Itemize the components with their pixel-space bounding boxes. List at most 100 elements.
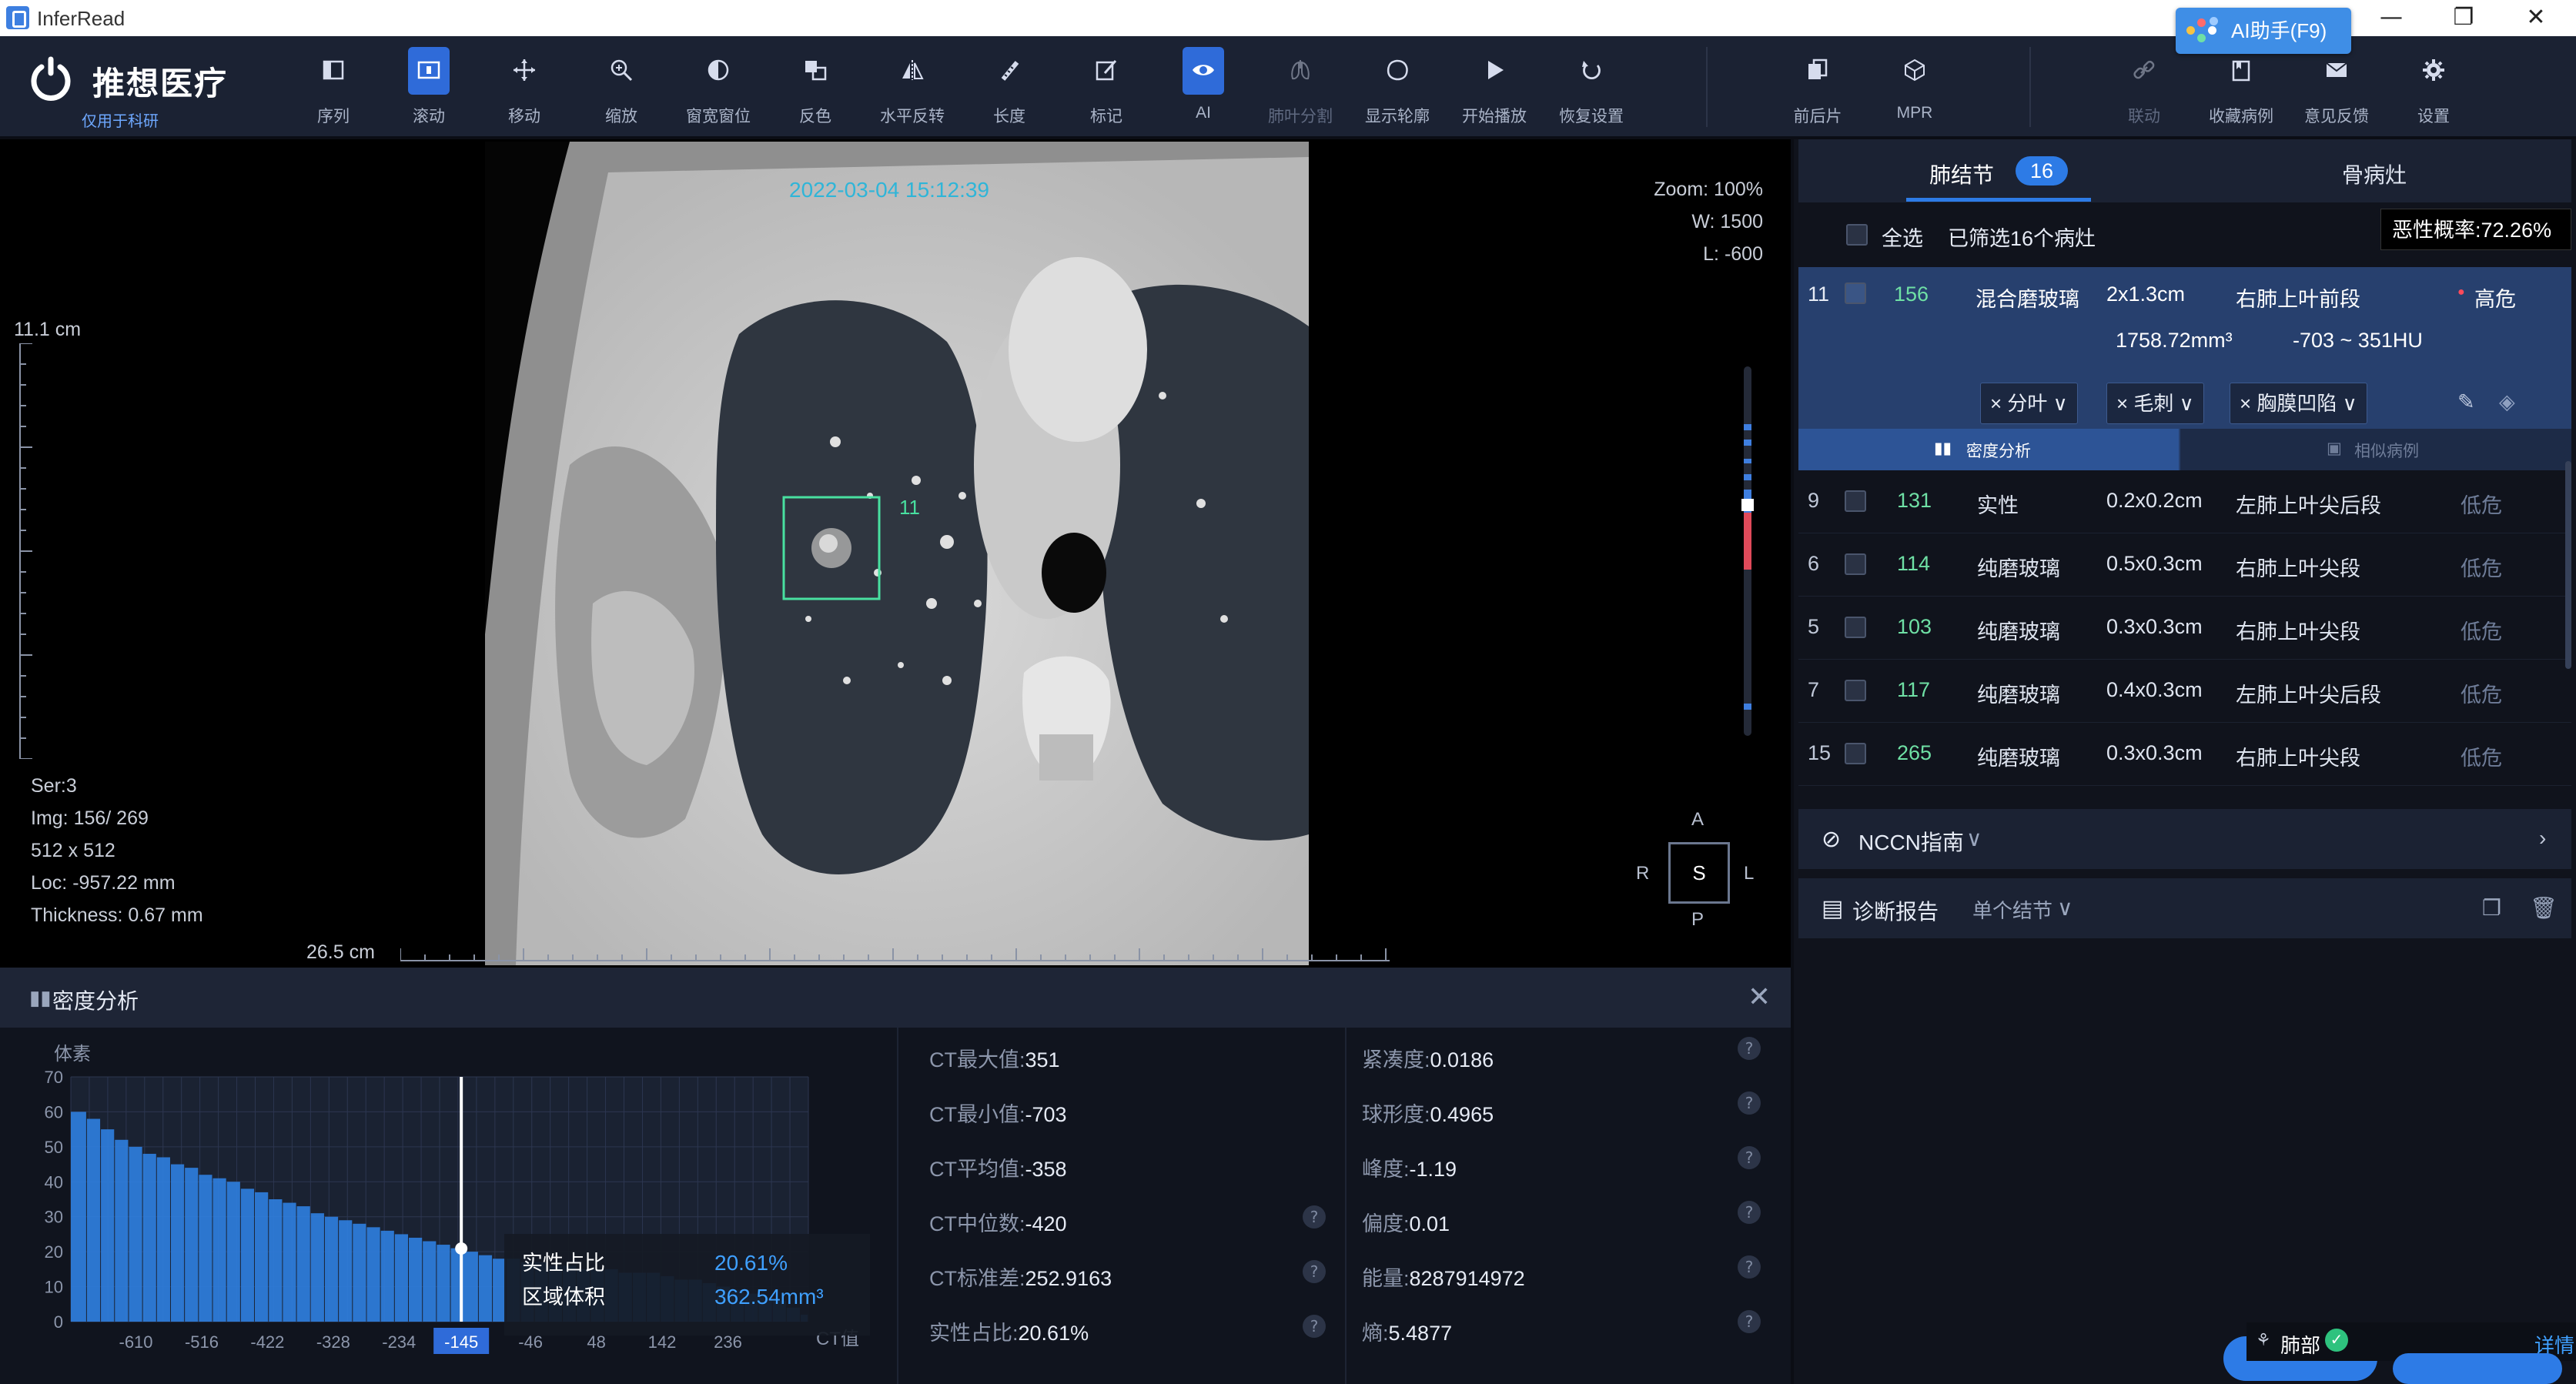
tool-move[interactable]: 移动 <box>482 42 567 133</box>
histogram-bar <box>142 1153 156 1322</box>
report-mode-dropdown-icon[interactable]: ∨ <box>2057 895 2073 921</box>
nodule-row-checkbox[interactable] <box>1845 680 1866 701</box>
tool-gear[interactable]: 设置 <box>2391 42 2476 133</box>
stat-label: 紧凑度: <box>1362 1048 1430 1071</box>
nodule-row-index: 6 <box>1808 552 1820 575</box>
nodule-row-image-number[interactable]: 131 <box>1897 489 1932 513</box>
help-icon[interactable]: ? <box>1738 1310 1761 1333</box>
nodule-row-image-number[interactable]: 265 <box>1897 741 1932 765</box>
tool-scroll[interactable]: 滚动 <box>386 42 471 133</box>
histogram-bar <box>283 1202 296 1322</box>
tool-series[interactable]: 序列 <box>291 42 376 133</box>
slice-navigator-handle[interactable] <box>1741 499 1754 511</box>
delete-icon[interactable]: 🗑 <box>2530 895 2558 921</box>
nodule-row[interactable]: 7 117 纯磨玻璃 0.4x0.3cm 左肺上叶尖后段 低危 <box>1798 660 2571 723</box>
help-icon[interactable]: ? <box>1303 1315 1326 1338</box>
image-timestamp: 2022-03-04 15:12:39 <box>789 178 989 202</box>
help-icon[interactable]: ? <box>1738 1091 1761 1115</box>
chevron-right-icon[interactable]: › <box>2539 826 2546 851</box>
tool-window-level[interactable]: 窗宽窗位 <box>676 42 761 133</box>
chip-spiculation-label: 毛刺 <box>2133 392 2174 415</box>
nccn-guideline-section[interactable]: ⊘ NCCN指南 ∨ › <box>1798 809 2571 869</box>
slice-navigator-bar[interactable] <box>1741 366 1754 736</box>
nodule-risk[interactable]: 高危 <box>2474 282 2516 313</box>
tool-ruler[interactable]: 长度 <box>967 42 1052 133</box>
tool-mpr[interactable]: MPR <box>1872 42 1957 133</box>
nodule-row[interactable]: 5 103 纯磨玻璃 0.3x0.3cm 右肺上叶尖段 低危 <box>1798 597 2571 660</box>
tool-lung-segment[interactable]: 肺叶分割 <box>1258 42 1343 133</box>
tool-annotate[interactable]: 标记 <box>1064 42 1149 133</box>
tooltip-volume-value: 362.54mm³ <box>714 1285 824 1309</box>
nodule-type[interactable]: 混合磨玻璃 <box>1975 282 2079 313</box>
nodule-row[interactable]: 6 114 纯磨玻璃 0.5x0.3cm 右肺上叶尖段 低危 <box>1798 533 2571 597</box>
tool-compare[interactable]: 前后片 <box>1775 42 1860 133</box>
chip-lobulation[interactable]: × 分叶 ∨ <box>1980 383 2078 424</box>
help-icon[interactable]: ? <box>1738 1201 1761 1224</box>
help-icon[interactable]: ? <box>1738 1255 1761 1279</box>
help-icon[interactable]: ? <box>1303 1260 1326 1283</box>
nodule-location[interactable]: 右肺上叶前段 <box>2236 282 2360 313</box>
copy-icon[interactable]: ❐ <box>2482 895 2501 921</box>
subtab-density-analysis[interactable]: ▮▮ 密度分析 <box>1798 429 2179 470</box>
report-mode-select[interactable]: 单个结节 <box>1972 895 2052 924</box>
stat-value: 0.4965 <box>1430 1103 1494 1126</box>
tool-ai-eye[interactable]: AI <box>1161 42 1246 133</box>
nodule-row-checkbox[interactable] <box>1845 743 1866 764</box>
app-icon <box>6 6 29 29</box>
tool-mail[interactable]: 意见反馈 <box>2294 42 2379 133</box>
help-icon[interactable]: ? <box>1303 1205 1326 1229</box>
histogram-bar <box>101 1129 115 1322</box>
list-scrollbar[interactable] <box>2565 461 2571 669</box>
tool-invert[interactable]: 反色 <box>773 42 858 133</box>
nodule-row[interactable]: 15 265 纯磨玻璃 0.3x0.3cm 右肺上叶尖段 低危 <box>1798 723 2571 786</box>
selected-nodule-card[interactable]: 11 156 混合磨玻璃 2x1.3cm 右肺上叶前段 ● 高危 1758.72… <box>1798 267 2571 470</box>
select-all-checkbox[interactable] <box>1846 224 1868 246</box>
image-viewer[interactable]: 11 2022-03-04 15:12:39 Zoom: 100% W: 150… <box>0 139 1791 968</box>
tab-bone-lesion-label: 骨病灶 <box>2342 163 2407 187</box>
ct-slice-image[interactable]: 11 <box>485 142 1309 965</box>
hide-icon[interactable]: ◈ <box>2499 390 2515 414</box>
tool-flip-horizontal[interactable]: 水平反转 <box>870 42 955 133</box>
nodule-row-image-number[interactable]: 117 <box>1897 678 1930 702</box>
restore-button[interactable]: ❐ <box>2433 2 2494 34</box>
nodule-image-number[interactable]: 156 <box>1894 282 1929 306</box>
lung-status-widget[interactable]: ⚘ 肺部 ✓ 详情 <box>2223 1322 2576 1384</box>
nccn-dropdown-icon[interactable]: ∨ <box>1966 826 1982 851</box>
tool-label: 开始播放 <box>1462 108 1527 125</box>
select-all-label[interactable]: 全选 <box>1882 222 1923 252</box>
nodule-row-checkbox[interactable] <box>1845 617 1866 638</box>
help-icon[interactable]: ? <box>1738 1146 1761 1169</box>
nodule-row-image-number[interactable]: 103 <box>1897 615 1932 639</box>
minimize-button[interactable]: — <box>2360 2 2422 34</box>
chip-spiculation[interactable]: × 毛刺 ∨ <box>2106 383 2204 424</box>
tab-bone-lesion[interactable]: 骨病灶 <box>2176 139 2571 202</box>
tool-reset[interactable]: 恢复设置 <box>1549 42 1634 133</box>
nodule-row-image-number[interactable]: 114 <box>1897 552 1930 576</box>
nodule-marker-label: 11 <box>899 496 920 519</box>
close-icon[interactable]: ✕ <box>1748 981 1771 1013</box>
stat-value: 0.01 <box>1409 1212 1450 1235</box>
tool-link[interactable]: 联动 <box>2102 42 2186 133</box>
nodule-row-checkbox[interactable] <box>1845 490 1866 512</box>
tab-lung-nodule-label: 肺结节 <box>1929 163 1995 187</box>
nodule-row[interactable]: 9 131 实性 0.2x0.2cm 左肺上叶尖后段 低危 <box>1798 470 2571 533</box>
nodule-row-size: 0.4x0.3cm <box>2106 678 2203 701</box>
threshold-handle[interactable] <box>455 1242 468 1255</box>
edit-icon[interactable]: ✎ <box>2457 390 2475 414</box>
window-width: W: 1500 <box>1691 211 1763 232</box>
diagnosis-report-section[interactable]: ▤ 诊断报告 单个结节 ∨ ❐ 🗑 <box>1798 878 2571 938</box>
help-icon[interactable]: ? <box>1738 1037 1761 1060</box>
nodule-row-checkbox[interactable] <box>1845 553 1866 575</box>
close-window-button[interactable]: ✕ <box>2505 2 2567 34</box>
tab-lung-nodule[interactable]: 肺结节 16 <box>1798 139 2176 202</box>
chip-pleural-indentation[interactable]: × 胸膜凹陷 ∨ <box>2230 383 2367 424</box>
histogram-bar <box>366 1227 380 1322</box>
tool-zoom[interactable]: 缩放 <box>579 42 664 133</box>
subtab-similar-cases[interactable]: ▣ 相似病例 <box>2180 429 2571 470</box>
ai-assistant-button[interactable]: AI助手(F9) <box>2176 8 2351 54</box>
density-histogram[interactable]: 体素 0 10 20 30 40 50 60 70 -610 -516 -422 -328 -234 -… <box>23 1037 893 1384</box>
tool-contour[interactable]: 显示轮廓 <box>1355 42 1440 133</box>
tool-play[interactable]: 开始播放 <box>1452 42 1537 133</box>
nodule-checkbox[interactable] <box>1845 282 1866 304</box>
tool-bookmark[interactable]: 收藏病例 <box>2199 42 2283 133</box>
